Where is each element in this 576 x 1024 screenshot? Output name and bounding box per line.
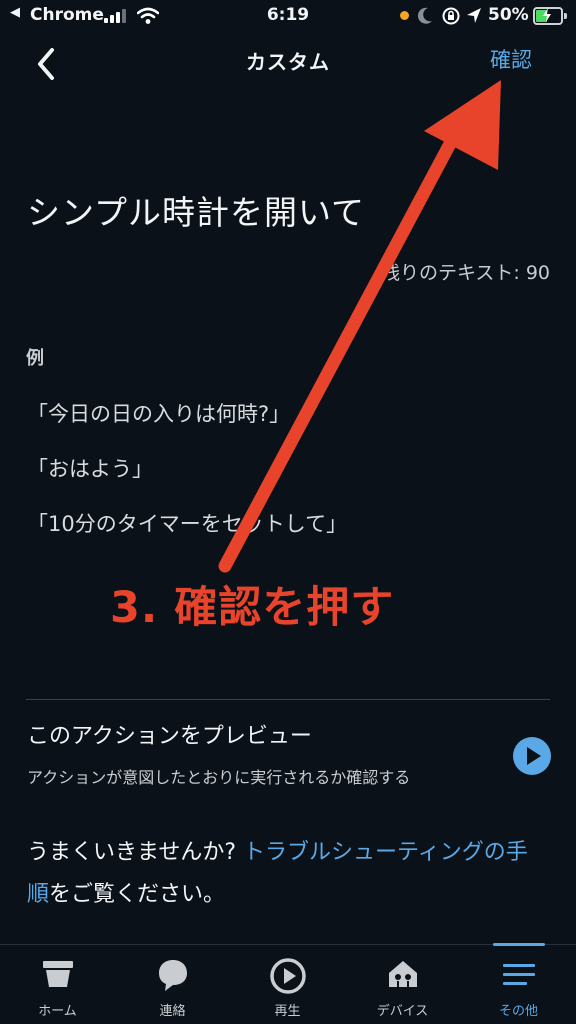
tab-home[interactable]: ホーム xyxy=(0,945,115,1024)
custom-phrase-text[interactable]: シンプル時計を開いて xyxy=(27,186,365,234)
location-arrow-icon xyxy=(467,8,481,23)
preview-subtitle: アクションが意図したとおりに実行されるか確認する xyxy=(27,768,411,787)
tab-label: デバイス xyxy=(376,1004,429,1019)
tab-label: 連絡 xyxy=(159,1004,186,1019)
battery-percent: 50% xyxy=(488,5,529,25)
confirm-button[interactable]: 確認 xyxy=(490,44,532,74)
troubleshoot-text: うまくいきませんか? トラブルシューティングの手順をご覧ください。 xyxy=(27,832,547,916)
tab-label: 再生 xyxy=(274,1004,301,1019)
annotation-label: 3. 確認を押す xyxy=(110,583,395,633)
tab-label: その他 xyxy=(498,1004,538,1019)
play-icon xyxy=(269,958,306,994)
rotation-lock-icon xyxy=(442,7,460,25)
tab-devices[interactable]: デバイス xyxy=(345,945,460,1024)
bottom-tab-bar: ホーム 連絡 再生 デバイス その他 xyxy=(0,944,576,1024)
divider xyxy=(26,699,550,700)
preview-title[interactable]: このアクションをプレビュー xyxy=(27,718,312,750)
troubleshoot-suffix: をご覧ください。 xyxy=(49,882,226,907)
menu-icon xyxy=(502,964,535,985)
tab-communicate[interactable]: 連絡 xyxy=(115,945,230,1024)
devices-icon xyxy=(388,961,417,987)
tab-label: ホーム xyxy=(38,1004,77,1019)
battery-icon xyxy=(533,7,567,25)
preview-play-button[interactable] xyxy=(513,737,551,775)
example-item: 「10分のタイマーをセットして」 xyxy=(27,512,348,536)
tab-more[interactable]: その他 xyxy=(461,945,576,1024)
mic-in-use-indicator xyxy=(400,11,409,20)
examples-header: 例 xyxy=(26,348,44,369)
chat-bubble-icon xyxy=(158,960,187,991)
remaining-label: 残りのテキスト: xyxy=(380,262,520,284)
example-item: 「今日の日の入りは何時?」 xyxy=(27,402,291,426)
do-not-disturb-icon xyxy=(417,7,432,24)
troubleshoot-prefix: うまくいきませんか? xyxy=(27,840,244,865)
remaining-count: 90 xyxy=(525,262,550,284)
home-icon xyxy=(42,961,73,987)
remaining-text-counter: 残りのテキスト: 90 xyxy=(381,258,550,285)
tab-play[interactable]: 再生 xyxy=(230,945,345,1024)
example-item: 「おはよう」 xyxy=(27,457,153,481)
active-tab-indicator xyxy=(493,943,545,946)
play-icon xyxy=(527,747,541,765)
status-bar: ◀ Chrome 6:19 50% xyxy=(0,0,576,34)
